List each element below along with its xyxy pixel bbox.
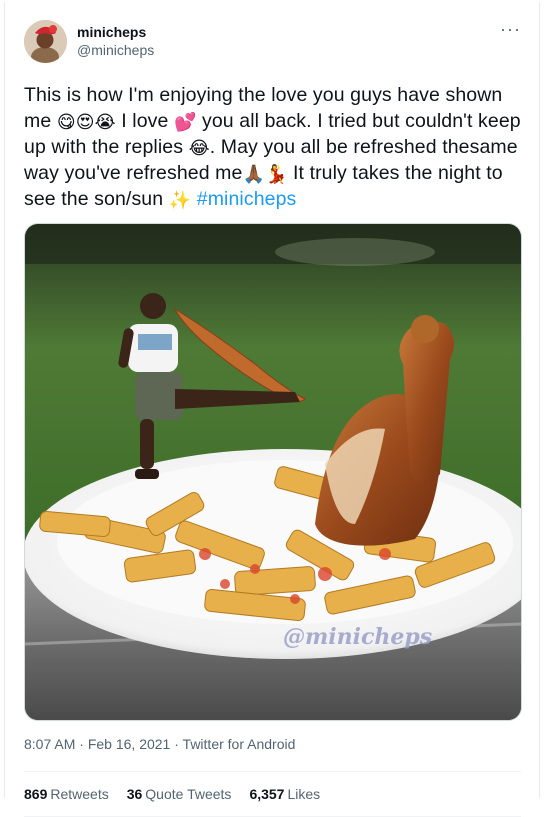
emoji: 😋	[56, 112, 76, 132]
tweet-time[interactable]: 8:07 AM	[24, 736, 75, 752]
tweet-stats: 869 Retweets 36 Quote Tweets 6,357 Likes	[24, 772, 521, 816]
emoji: 😍	[75, 112, 95, 132]
tweet-source-app[interactable]: Twitter for Android	[183, 736, 296, 752]
tweet-image[interactable]: @minicheps	[24, 223, 522, 721]
tweet-card: minicheps @minicheps ··· This is how I'm…	[4, 2, 540, 817]
meta-separator: ·	[75, 736, 88, 752]
tweet-text: This is how I'm enjoying the love you gu…	[24, 82, 521, 212]
tweet-photo: @minicheps	[25, 224, 521, 720]
tweet-header: minicheps @minicheps ···	[24, 2, 521, 70]
hashtag-link[interactable]: #minicheps	[197, 188, 297, 210]
author-names: minicheps @minicheps	[77, 23, 154, 59]
display-name[interactable]: minicheps	[77, 23, 154, 41]
avatar[interactable]	[24, 19, 67, 63]
emoji: 💕	[173, 112, 197, 132]
tweet-meta: 8:07 AM · Feb 16, 2021 · Twitter for And…	[24, 736, 521, 752]
emoji: 😭	[94, 112, 116, 132]
emoji: ✨	[168, 190, 192, 210]
meta-separator: ·	[170, 736, 183, 752]
user-handle[interactable]: @minicheps	[77, 41, 154, 59]
emoji: 😂	[188, 138, 210, 158]
emoji: 💃	[264, 164, 288, 184]
avatar-photo-icon	[24, 19, 67, 63]
emoji: 🙏🏾	[242, 164, 265, 184]
more-dots-icon[interactable]: ···	[500, 19, 521, 40]
tweet-text-segment: I love	[115, 110, 174, 132]
image-watermark: @minicheps	[283, 624, 432, 650]
tweet-date[interactable]: Feb 16, 2021	[88, 736, 171, 752]
